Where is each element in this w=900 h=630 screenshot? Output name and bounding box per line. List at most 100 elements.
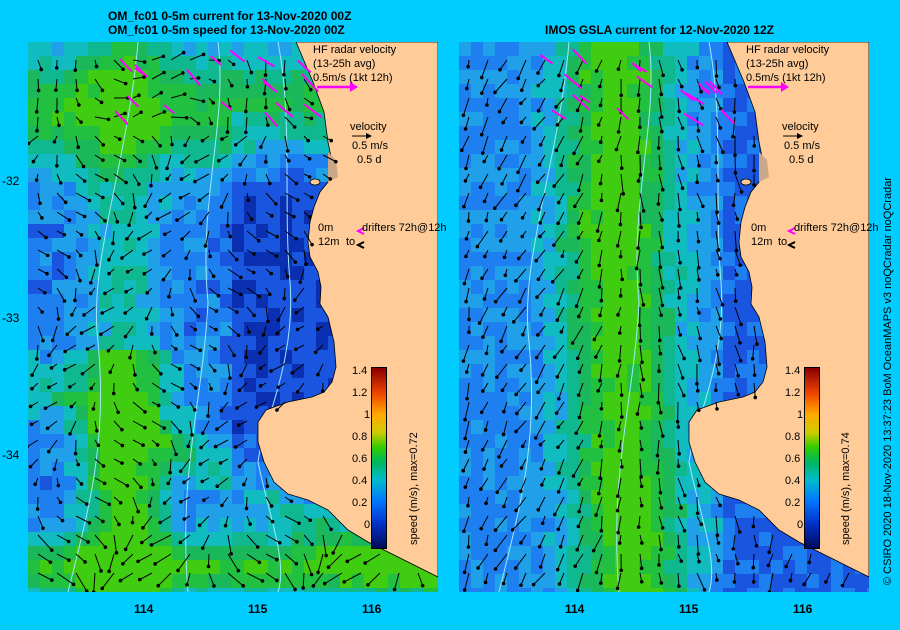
current-arrow-head <box>184 115 189 120</box>
speed-cell <box>483 280 495 294</box>
current-arrow-head <box>274 254 279 258</box>
speed-cell <box>76 448 88 462</box>
current-arrow-head <box>71 582 76 587</box>
speed-cell <box>555 476 567 490</box>
speed-cell <box>639 518 651 532</box>
speed-cell <box>471 196 483 210</box>
current-arrow-head <box>714 74 719 78</box>
speed-cell <box>531 546 543 560</box>
speed-cell <box>280 588 292 592</box>
current-arrow-head <box>660 129 664 134</box>
speed-cell <box>124 42 136 56</box>
speed-cell <box>603 98 615 112</box>
speed-cell <box>220 560 232 574</box>
speed-cell <box>256 84 268 98</box>
speed-cell <box>627 126 639 140</box>
current-arrow-head <box>34 110 39 114</box>
current-arrow-head <box>696 218 700 222</box>
current-arrow-head <box>697 278 701 282</box>
speed-cell <box>76 420 88 434</box>
speed-cell <box>160 434 172 448</box>
speed-cell <box>483 182 495 196</box>
current-arrow-head <box>537 207 541 212</box>
current-arrow-head <box>753 395 758 400</box>
current-arrow-head <box>201 99 206 104</box>
speed-cell <box>268 350 280 364</box>
current-arrow-head <box>555 123 560 127</box>
speed-cell <box>76 518 88 532</box>
current-arrow-head <box>575 356 580 361</box>
speed-cell <box>256 280 268 294</box>
speed-cell <box>244 294 256 308</box>
speed-cell <box>268 70 280 84</box>
current-arrow-head <box>718 503 722 508</box>
current-arrow-head <box>161 253 166 258</box>
current-arrow-head <box>482 199 487 204</box>
speed-cell <box>459 182 471 196</box>
speed-cell <box>28 42 40 56</box>
current-arrow-head <box>212 368 217 373</box>
current-arrow <box>600 287 603 301</box>
current-arrow-head <box>514 203 518 208</box>
speed-cell <box>483 336 495 350</box>
speed-cell <box>627 560 639 574</box>
current-arrow-head <box>695 299 700 304</box>
current-arrow-head <box>576 446 581 450</box>
current-arrow-head <box>117 137 122 141</box>
speed-cell <box>675 574 687 588</box>
speed-cell <box>220 210 232 224</box>
current-arrow-head <box>219 205 224 209</box>
speed-cell <box>64 98 76 112</box>
speed-cell <box>52 168 64 182</box>
current-arrow-head <box>214 327 218 332</box>
speed-cell <box>172 294 184 308</box>
speed-cell <box>40 140 52 154</box>
speed-cell <box>304 322 316 336</box>
speed-cell <box>783 546 795 560</box>
current-arrow-head <box>219 408 224 413</box>
current-arrow-head <box>463 179 468 183</box>
speed-cell <box>495 196 507 210</box>
speed-cell <box>232 84 244 98</box>
current-arrow-head <box>63 200 68 205</box>
speed-cell <box>699 266 711 280</box>
current-arrow-head <box>246 198 251 202</box>
current-arrow-head <box>228 376 232 380</box>
current-arrow-head <box>479 132 484 137</box>
speed-cell <box>160 42 172 56</box>
current-arrow-head <box>153 462 157 467</box>
speed-cell <box>88 364 100 378</box>
speed-cell <box>459 364 471 378</box>
current-arrow-head <box>65 332 69 337</box>
current-arrow-head <box>247 330 251 334</box>
current-arrow-head <box>733 83 738 88</box>
colorbar-tick: 0.6 <box>352 453 368 465</box>
current-arrow-head <box>661 73 665 78</box>
speed-cell <box>615 56 627 70</box>
current-arrow-head <box>700 106 705 110</box>
speed-cell <box>40 182 52 196</box>
current-arrow-head <box>225 130 230 134</box>
speed-cell <box>280 336 292 350</box>
current-arrow-head <box>657 338 662 343</box>
speed-cell <box>795 574 807 588</box>
speed-cell <box>699 56 711 70</box>
current-arrow-head <box>304 262 308 266</box>
speed-cell <box>699 560 711 574</box>
right-title: IMOS GSLA current for 12-Nov-2020 12Z <box>545 23 774 37</box>
current-arrow-head <box>44 235 48 240</box>
current-arrow-head <box>594 355 598 359</box>
speed-cell <box>424 588 436 592</box>
current-arrow-head <box>538 143 543 147</box>
current-arrow-head <box>238 162 242 167</box>
speed-cell <box>471 140 483 154</box>
speed-cell <box>663 420 675 434</box>
speed-cell <box>184 350 196 364</box>
speed-cell <box>268 560 280 574</box>
current-arrow-head <box>638 339 643 343</box>
speed-cell <box>723 322 735 336</box>
speed-cell <box>663 252 675 266</box>
current-arrow-head <box>162 110 167 114</box>
speed-cell <box>28 266 40 280</box>
current-arrow-head <box>500 182 504 186</box>
